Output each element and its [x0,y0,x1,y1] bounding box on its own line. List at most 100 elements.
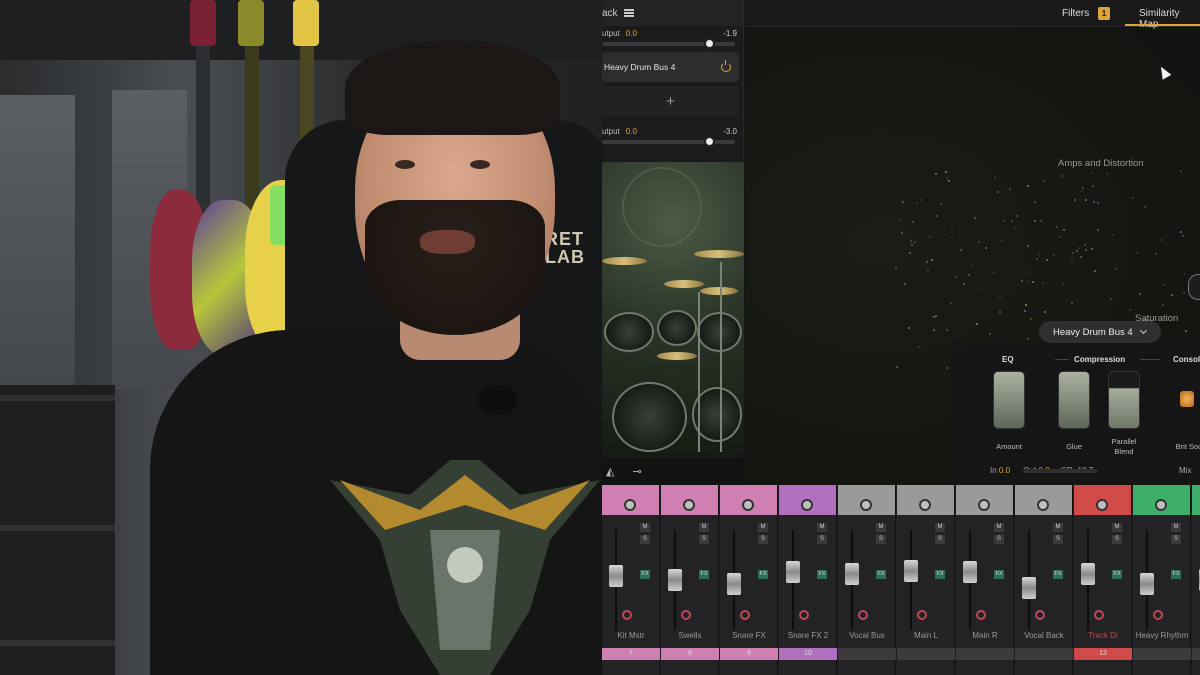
input-monitor-button[interactable] [624,499,636,511]
pan-knob[interactable] [1094,610,1104,620]
preset-dot[interactable] [1027,271,1030,274]
preset-dot[interactable] [967,274,970,277]
preset-dot[interactable] [1144,205,1147,208]
input-monitor-button[interactable] [1155,499,1167,511]
mute-button[interactable]: M [640,523,650,532]
fx-insert-button[interactable]: FX [876,570,886,579]
preset-dot[interactable] [947,180,950,182]
preset-dot[interactable] [955,275,958,278]
preset-dot[interactable] [1093,269,1096,272]
preset-dot[interactable] [1080,189,1083,192]
preset-dot[interactable] [1183,291,1186,294]
preset-dot[interactable] [974,217,977,220]
fx-insert-button[interactable]: FX [994,570,1004,579]
preset-dot[interactable] [928,235,931,238]
module-slot[interactable]: Heavy Drum Bus 4 [602,52,739,82]
preset-dot[interactable] [976,323,979,326]
volume-fader[interactable] [963,561,977,584]
preset-dot[interactable] [899,219,902,222]
mute-button[interactable]: M [935,523,945,532]
input-monitor-button[interactable] [683,499,695,511]
preset-dot[interactable] [896,365,899,368]
preset-dot[interactable] [1045,258,1048,261]
similarity-map-tab[interactable]: Similarity Map [1139,8,1200,30]
preset-dot[interactable] [996,190,999,193]
preset-dot[interactable] [1092,200,1095,203]
pan-knob[interactable] [976,610,986,620]
preset-dot[interactable] [993,272,996,275]
preset-dot[interactable] [1075,250,1078,253]
input-monitor-button[interactable] [1037,499,1049,511]
preset-dot[interactable] [1181,234,1184,237]
solo-button[interactable]: S [1112,535,1122,544]
preset-dot[interactable] [1179,170,1182,173]
similarity-map[interactable]: Filters 1 Similarity Map Amps and Distor… [745,0,1200,485]
pan-knob[interactable] [1153,610,1163,620]
preset-dot[interactable] [1003,220,1006,223]
preset-dot[interactable] [1171,293,1174,296]
preset-dot[interactable] [963,283,965,286]
preset-dot[interactable] [1135,252,1138,255]
mute-button[interactable]: M [994,523,1004,532]
preset-dot[interactable] [945,170,948,173]
preset-dot[interactable] [1063,229,1066,232]
solo-button[interactable]: S [876,535,886,544]
preset-dot[interactable] [1139,292,1142,295]
solo-button[interactable]: S [640,535,650,544]
preset-dot[interactable] [946,329,948,332]
preset-dot[interactable] [1092,185,1095,188]
input-monitor-button[interactable] [801,499,813,511]
preset-dot[interactable] [1179,230,1182,233]
mute-button[interactable]: M [876,523,886,532]
preset-dot[interactable] [912,221,915,224]
preset-dot[interactable] [1059,236,1062,239]
preset-dot[interactable] [927,269,930,272]
preset-dot[interactable] [1073,198,1076,201]
preset-dot[interactable] [988,333,991,336]
preset-dot[interactable] [1056,225,1059,228]
filters-button[interactable]: Filters [1062,8,1089,19]
preset-dot[interactable] [1009,188,1012,191]
preset-dot[interactable] [1161,238,1164,241]
preset-dot[interactable] [1011,219,1014,222]
preset-dot[interactable] [971,264,974,267]
pan-knob[interactable] [622,610,632,620]
power-icon[interactable] [721,60,731,72]
input-gain-slider-knob[interactable] [704,38,716,49]
preset-dot[interactable] [945,177,948,180]
mute-button[interactable]: M [758,523,768,532]
preset-dot[interactable] [1090,248,1093,251]
preset-dot[interactable] [1129,308,1132,311]
preset-dot[interactable] [1016,214,1019,217]
preset-dot[interactable] [1084,199,1087,202]
preset-dot[interactable] [977,240,980,243]
input-monitor-button[interactable] [978,499,990,511]
preset-dot[interactable] [1163,283,1166,286]
preset-dot[interactable] [1110,297,1113,300]
macro-glue[interactable] [1058,371,1090,429]
solo-button[interactable]: S [994,535,1004,544]
mute-button[interactable]: M [817,523,827,532]
pan-knob[interactable] [917,610,927,620]
preset-dot[interactable] [977,287,980,290]
preset-dot[interactable] [1023,310,1026,313]
bypass-icon[interactable]: ◭ [606,465,614,478]
pan-knob[interactable] [799,610,809,620]
preset-dot[interactable] [1184,329,1187,332]
mute-button[interactable]: M [1171,523,1181,532]
preset-dot[interactable] [910,240,913,243]
solo-button[interactable]: S [1053,535,1063,544]
preset-dot[interactable] [1114,268,1117,271]
preset-dot[interactable] [1053,254,1056,257]
fx-insert-button[interactable]: FX [817,570,827,579]
preset-dot[interactable] [946,367,949,370]
preset-dot[interactable] [1024,304,1027,307]
preset-dot[interactable] [932,328,935,331]
preset-dot[interactable] [902,200,905,203]
preset-dot[interactable] [1033,201,1036,204]
preset-dot[interactable] [1026,245,1029,248]
preset-dot[interactable] [1000,240,1003,242]
preset-dot[interactable] [950,230,953,233]
input-monitor-button[interactable] [919,499,931,511]
preset-dot[interactable] [1071,252,1074,255]
